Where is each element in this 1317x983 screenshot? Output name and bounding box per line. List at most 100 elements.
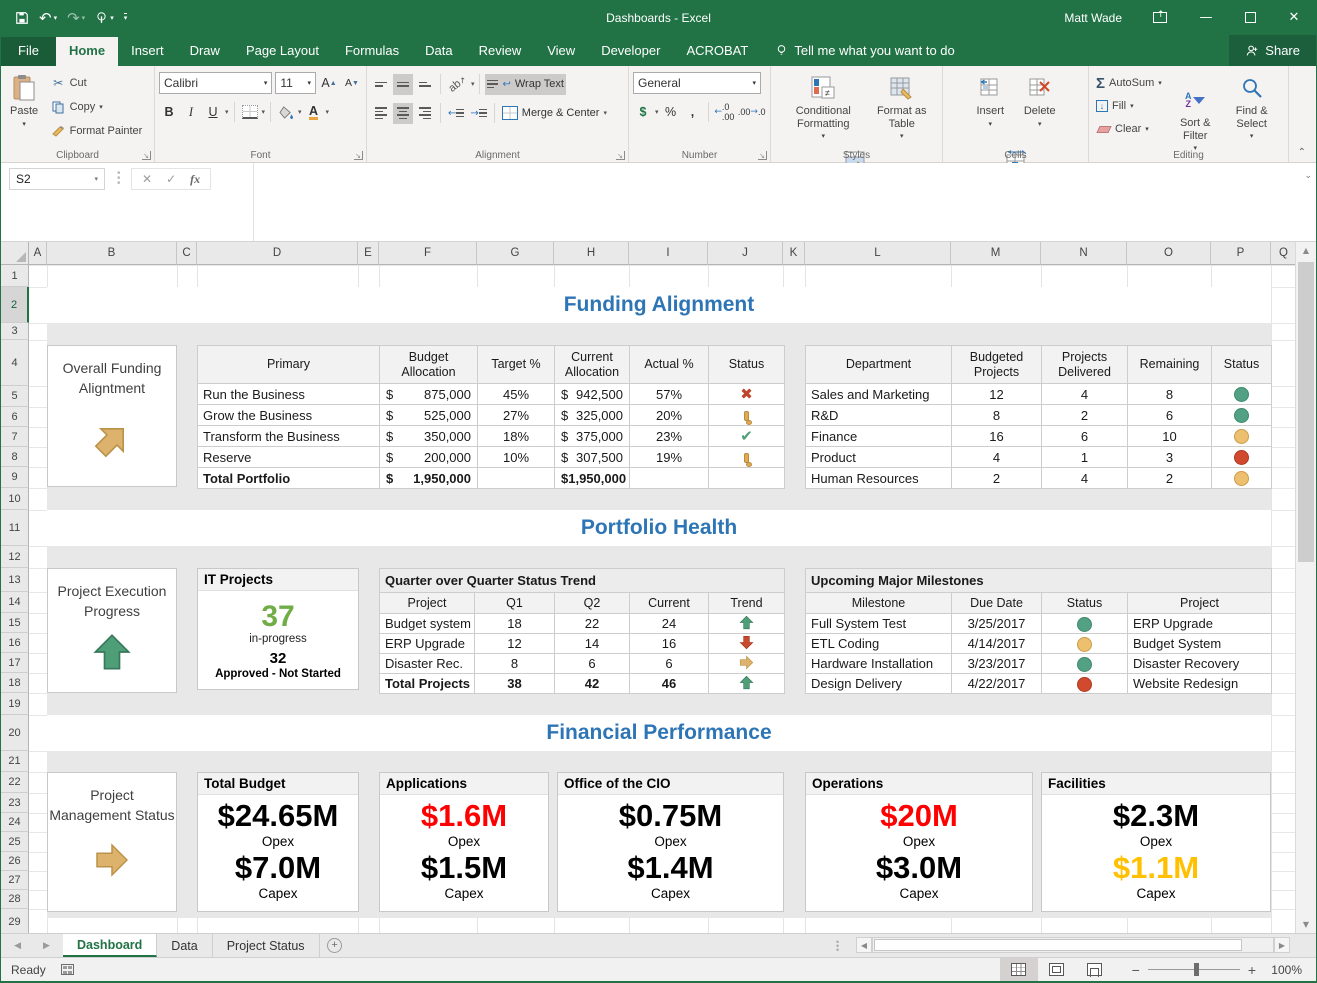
fill-color-button[interactable]	[276, 102, 296, 123]
column-header-O[interactable]: O	[1127, 242, 1211, 265]
table-row[interactable]: Full System Test3/25/2017 ERP Upgrade	[806, 614, 1272, 634]
table-row[interactable]: R&D8 26	[806, 405, 1272, 426]
autosum-button[interactable]: ΣAutoSum▾	[1093, 72, 1165, 94]
column-header-E[interactable]: E	[358, 242, 379, 265]
copy-button[interactable]: Copy▾	[48, 96, 146, 118]
column-header-C[interactable]: C	[177, 242, 197, 265]
row-header-20[interactable]: 20	[1, 715, 29, 751]
tell-me-box[interactable]: Tell me what you want to do	[775, 43, 954, 66]
percent-button[interactable]: %	[661, 102, 681, 123]
tab-home[interactable]: Home	[56, 37, 118, 66]
row-header-17[interactable]: 17	[1, 653, 29, 673]
column-header-F[interactable]: F	[379, 242, 477, 265]
minimize-button[interactable]: —	[1184, 0, 1228, 35]
tab-splitter-handle[interactable]: •••	[836, 940, 839, 952]
name-box[interactable]: S2▾	[9, 168, 105, 190]
tab-file[interactable]: File	[1, 37, 56, 66]
italic-button[interactable]: I	[181, 102, 201, 123]
col-header[interactable]: Actual %	[630, 346, 709, 384]
column-header-K[interactable]: K	[783, 242, 805, 265]
zoom-slider[interactable]	[1148, 969, 1240, 970]
col-header[interactable]: Milestone	[806, 593, 952, 614]
clear-button[interactable]: Clear▾	[1093, 118, 1165, 140]
row-header-4[interactable]: 4	[1, 340, 29, 386]
col-header[interactable]: Remaining	[1128, 346, 1212, 384]
table-row[interactable]: Reserve $200,000 10% $307,500 19%	[198, 447, 785, 468]
column-header-G[interactable]: G	[477, 242, 554, 265]
row-header-9[interactable]: 9	[1, 467, 29, 488]
table-title[interactable]: Upcoming Major Milestones	[806, 569, 1272, 593]
portfolio-banner[interactable]: Portfolio Health	[47, 510, 1271, 546]
zoom-in-button[interactable]: +	[1248, 962, 1256, 978]
col-header[interactable]: Q1	[475, 593, 555, 614]
row-header-10[interactable]: 10	[1, 488, 29, 510]
table-row[interactable]: Disaster Rec.8 66	[380, 654, 785, 674]
increase-decimal-button[interactable]: ←.0.00	[713, 102, 735, 123]
bold-button[interactable]: B	[159, 102, 179, 123]
share-button[interactable]: Share	[1229, 35, 1316, 66]
row-header-22[interactable]: 22	[1, 772, 29, 793]
column-header-I[interactable]: I	[629, 242, 708, 265]
table-row[interactable]: Product4 13	[806, 447, 1272, 468]
row-header-2[interactable]: 2	[1, 287, 29, 323]
col-header[interactable]: Primary	[198, 346, 380, 384]
it-projects-card[interactable]: IT Projects 37 in-progress 32 Approved -…	[197, 568, 359, 690]
col-header[interactable]: Status	[709, 346, 785, 384]
capex-value[interactable]: $7.0M	[198, 851, 358, 885]
column-header-L[interactable]: L	[805, 242, 951, 265]
table-row[interactable]: Transform the Business $350,000 18% $375…	[198, 426, 785, 447]
table-row[interactable]: Human Resources2 42	[806, 468, 1272, 489]
qoq-trend-table[interactable]: Quarter over Quarter Status Trend Projec…	[379, 568, 785, 694]
maximize-button[interactable]	[1228, 0, 1272, 35]
row-header-13[interactable]: 13	[1, 568, 29, 592]
orientation-button[interactable]: ab↗	[446, 74, 469, 95]
horizontal-scrollbar[interactable]: ◀ ▶	[856, 936, 1290, 954]
approved-count[interactable]: 32	[198, 650, 358, 667]
row-header-3[interactable]: 3	[1, 323, 29, 340]
zoom-level[interactable]: 100%	[1270, 963, 1316, 977]
table-row[interactable]: Grow the Business $525,000 27% $325,000 …	[198, 405, 785, 426]
cancel-icon[interactable]: ✕	[142, 172, 152, 186]
applications-card[interactable]: Applications $1.6M Opex $1.5M Capex	[379, 772, 549, 912]
merge-center-button[interactable]: Merge & Center	[500, 103, 602, 124]
row-header-19[interactable]: 19	[1, 693, 29, 715]
row-header-23[interactable]: 23	[1, 793, 29, 813]
office-of-cio-card[interactable]: Office of the CIO $0.75M Opex $1.4M Cape…	[557, 772, 784, 912]
primary-funding-table[interactable]: Primary Budget Allocation Target % Curre…	[197, 345, 785, 489]
scroll-left-icon[interactable]: ◀	[856, 937, 872, 953]
align-left-button[interactable]	[371, 103, 391, 124]
col-header[interactable]: Budgeted Projects	[952, 346, 1042, 384]
scroll-down-icon[interactable]: ▼	[1296, 916, 1316, 933]
facilities-card[interactable]: Facilities $2.3M Opex $1.1M Capex	[1041, 772, 1271, 912]
conditional-formatting-button[interactable]: ≠ Conditional Formatting▾	[780, 70, 866, 144]
sheet-nav-left-icon[interactable]: ◀	[14, 941, 21, 951]
col-header[interactable]: Due Date	[952, 593, 1042, 614]
font-dialog-launcher[interactable]	[354, 151, 363, 160]
row-header-12[interactable]: 12	[1, 546, 29, 568]
col-header[interactable]: Current	[630, 593, 709, 614]
row-header-15[interactable]: 15	[1, 613, 29, 633]
tab-page-layout[interactable]: Page Layout	[233, 37, 332, 66]
row-header-18[interactable]: 18	[1, 673, 29, 693]
find-select-button[interactable]: Find & Select▾	[1226, 70, 1278, 144]
sheet-nav-right-icon[interactable]: ▶	[43, 941, 50, 951]
table-row[interactable]: Finance16 610	[806, 426, 1272, 447]
row-header-1[interactable]: 1	[1, 265, 29, 287]
row-header-5[interactable]: 5	[1, 386, 29, 407]
table-total-row[interactable]: Total Portfolio $1,950,000 $1,950,000	[198, 468, 785, 489]
capex-value[interactable]: $1.4M	[558, 851, 783, 885]
ribbon-display-options-button[interactable]	[1140, 0, 1184, 35]
close-button[interactable]: ✕	[1272, 0, 1316, 35]
column-header-D[interactable]: D	[197, 242, 358, 265]
borders-button[interactable]	[240, 102, 260, 123]
column-header-A[interactable]: A	[29, 242, 47, 265]
new-sheet-button[interactable]: +	[320, 934, 350, 957]
collapse-ribbon-button[interactable]: ⌃	[1298, 147, 1306, 158]
account-name[interactable]: Matt Wade	[1064, 11, 1122, 25]
capex-value[interactable]: $3.0M	[806, 851, 1032, 885]
expand-formula-bar-icon[interactable]: ⌄	[1304, 171, 1312, 181]
align-middle-button[interactable]	[393, 74, 413, 95]
tab-view[interactable]: View	[534, 37, 588, 66]
column-header-M[interactable]: M	[951, 242, 1041, 265]
table-row[interactable]: ETL Coding4/14/2017 Budget System	[806, 634, 1272, 654]
